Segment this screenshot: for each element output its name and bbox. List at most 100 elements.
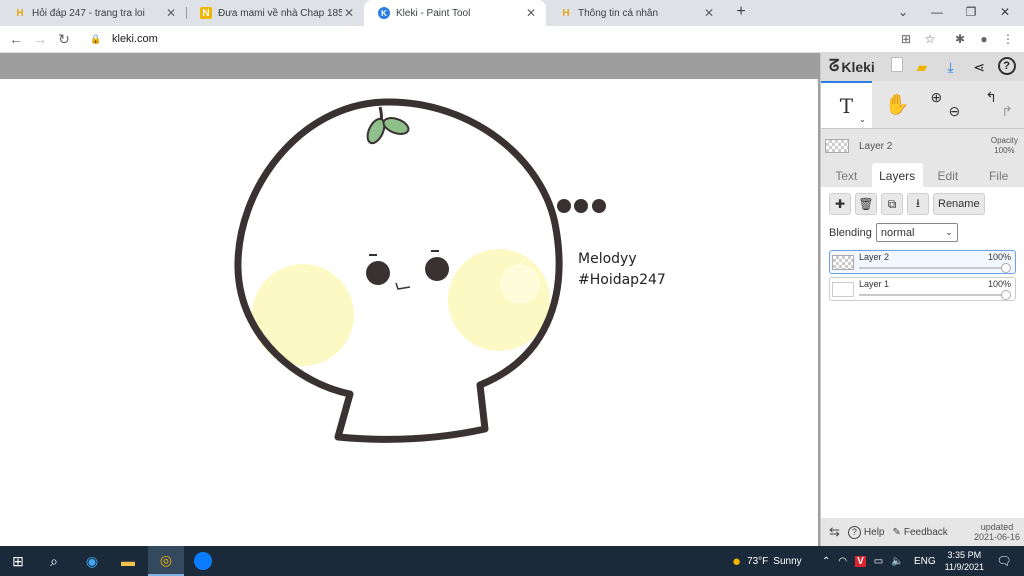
- lock-icon: 🔒: [90, 33, 102, 44]
- profile-avatar-icon[interactable]: ●: [974, 30, 994, 48]
- merge-down-icon: ⭳: [915, 195, 921, 210]
- weather-widget[interactable]: ● 73°F Sunny: [732, 546, 802, 576]
- chrome-icon[interactable]: ◎: [148, 546, 184, 576]
- swap-side-icon[interactable]: ⇆: [829, 524, 840, 540]
- sun-icon: ●: [732, 552, 742, 570]
- notification-icon[interactable]: 🗨: [986, 546, 1022, 576]
- search-icon[interactable]: ⌕: [36, 546, 72, 576]
- clock-time: 3:35 PM: [947, 550, 982, 560]
- text-tool-button[interactable]: T ⌄: [821, 81, 872, 128]
- open-folder-icon[interactable]: ▰: [912, 57, 932, 77]
- system-tray: ⌃ ◠ V ▭ 🔈: [822, 546, 904, 576]
- browser-tab-kleki[interactable]: K Kleki - Paint Tool ✕: [364, 0, 546, 26]
- layer-name: Layer 1: [859, 279, 890, 289]
- browser-tab-manga[interactable]: N Đưa mami về nhà Chap 185 Next ✕: [186, 0, 364, 26]
- close-tab-icon[interactable]: ✕: [524, 6, 538, 20]
- back-icon[interactable]: ←: [6, 30, 26, 48]
- windows-start-icon[interactable]: ⊞: [0, 546, 36, 576]
- redo-icon[interactable]: ↱: [1001, 103, 1013, 120]
- slider-knob[interactable]: [1001, 263, 1011, 273]
- updated-info[interactable]: updated 2021-06-16: [974, 522, 1020, 542]
- translate-icon[interactable]: ⊞: [896, 30, 916, 48]
- tab-title: Đưa mami về nhà Chap 185 Next: [218, 7, 342, 19]
- layer-item-layer-2[interactable]: Layer 2 100%: [829, 250, 1016, 274]
- close-tab-icon[interactable]: ✕: [702, 6, 716, 20]
- drawing-artwork: [234, 98, 606, 443]
- url-text: kleki.com: [112, 33, 158, 45]
- menu-kebab-icon[interactable]: ⋮: [998, 30, 1018, 48]
- tab-text[interactable]: Text: [821, 163, 872, 189]
- network-icon[interactable]: ◠: [838, 556, 847, 567]
- browser-tab-hoidap[interactable]: H Hỏi đáp 247 - trang tra loi ✕: [0, 0, 186, 26]
- address-bar[interactable]: 🔒 kleki.com: [80, 28, 950, 50]
- language-indicator[interactable]: ENG: [914, 546, 936, 576]
- battery-icon[interactable]: ▭: [874, 556, 883, 567]
- add-layer-button[interactable]: ✚: [829, 193, 851, 215]
- zalo-icon[interactable]: [185, 546, 221, 576]
- bookmark-star-icon[interactable]: ☆: [920, 30, 940, 48]
- minimize-icon[interactable]: —: [920, 0, 954, 26]
- clock[interactable]: 3:35 PM 11/9/2021: [945, 549, 984, 573]
- kleki-logo-icon: ᘔ: [829, 58, 840, 75]
- help-icon[interactable]: ?: [997, 57, 1016, 75]
- volume-icon[interactable]: 🔈: [891, 556, 903, 567]
- duplicate-icon: ⧉: [887, 196, 897, 211]
- tab-search-icon[interactable]: ⌄: [886, 0, 920, 26]
- restore-icon[interactable]: ❐: [954, 0, 988, 26]
- tab-file[interactable]: File: [973, 163, 1024, 189]
- opacity-readout[interactable]: Opacity 100%: [991, 136, 1018, 156]
- edge-icon[interactable]: ◉: [74, 546, 110, 576]
- zoom-in-icon[interactable]: ⊕: [931, 89, 943, 106]
- merge-down-button[interactable]: ⭳: [907, 193, 929, 215]
- updated-label: updated: [980, 522, 1014, 532]
- kleki-favicon-icon: K: [378, 7, 390, 19]
- v-app-icon[interactable]: V: [855, 555, 866, 567]
- chevron-down-icon[interactable]: ⌄: [859, 115, 866, 124]
- undo-icon[interactable]: ↰: [985, 89, 997, 106]
- hand-tool-button[interactable]: ✋: [872, 81, 923, 128]
- layer-opacity: 100%: [987, 279, 1011, 289]
- zoom-tool-button[interactable]: ⊕ ⊖: [923, 81, 974, 128]
- signature-tag: #Hoidap247: [578, 272, 666, 288]
- close-tab-icon[interactable]: ✕: [342, 6, 356, 20]
- drawing-canvas[interactable]: Melodyy #Hoidap247: [0, 79, 818, 546]
- forward-icon[interactable]: →: [30, 30, 50, 48]
- help-link[interactable]: ? Help: [847, 525, 884, 539]
- download-icon[interactable]: ⤓: [940, 57, 960, 77]
- current-layer-indicator: Layer 2 Opacity 100%: [821, 133, 1024, 159]
- current-layer-name: Layer 2: [859, 140, 893, 152]
- blending-select[interactable]: normal ⌄: [875, 223, 958, 242]
- hand-icon: ✋: [884, 94, 910, 116]
- close-window-icon[interactable]: ✕: [988, 0, 1022, 26]
- slider-knob[interactable]: [1001, 290, 1011, 300]
- close-tab-icon[interactable]: ✕: [164, 6, 178, 20]
- opacity-value: 100%: [994, 146, 1015, 155]
- layers-panel: ✚ 🗑 ⧉ ⭳ Rename Blending normal ⌄ Layer 2…: [821, 187, 1024, 518]
- browser-tab-profile[interactable]: H Thông tin cá nhân ✕: [546, 0, 724, 26]
- feedback-icon: ✎: [892, 526, 901, 538]
- layer-opacity-slider[interactable]: [859, 267, 1007, 269]
- layer-opacity-slider[interactable]: [859, 294, 1007, 296]
- layer-thumbnail: [832, 255, 854, 270]
- tab-layers[interactable]: Layers: [871, 163, 923, 189]
- weather-temp: 73°F: [747, 555, 769, 567]
- share-icon[interactable]: ⋖: [969, 57, 989, 77]
- chevron-down-icon: ⌄: [945, 227, 953, 237]
- canvas-area: Melodyy #Hoidap247: [0, 53, 820, 546]
- file-explorer-icon[interactable]: ▬: [110, 546, 146, 576]
- new-image-icon[interactable]: [891, 57, 904, 72]
- extensions-icon[interactable]: ✱: [950, 30, 970, 48]
- reload-icon[interactable]: ↻: [54, 30, 74, 48]
- feedback-link[interactable]: ✎ Feedback: [892, 527, 947, 538]
- layer-item-layer-1[interactable]: Layer 1 100%: [829, 277, 1016, 301]
- tab-edit[interactable]: Edit: [923, 163, 974, 189]
- new-tab-button[interactable]: +: [732, 3, 750, 23]
- duplicate-layer-button[interactable]: ⧉: [881, 193, 903, 215]
- delete-layer-button[interactable]: 🗑: [855, 193, 877, 215]
- chevron-up-icon[interactable]: ⌃: [822, 556, 830, 567]
- zoom-out-icon[interactable]: ⊖: [949, 103, 961, 120]
- undo-redo-group: ↰ ↱: [973, 81, 1024, 128]
- rename-layer-button[interactable]: Rename: [933, 193, 985, 215]
- plus-icon: ✚: [834, 197, 846, 211]
- blending-value: normal: [880, 226, 915, 239]
